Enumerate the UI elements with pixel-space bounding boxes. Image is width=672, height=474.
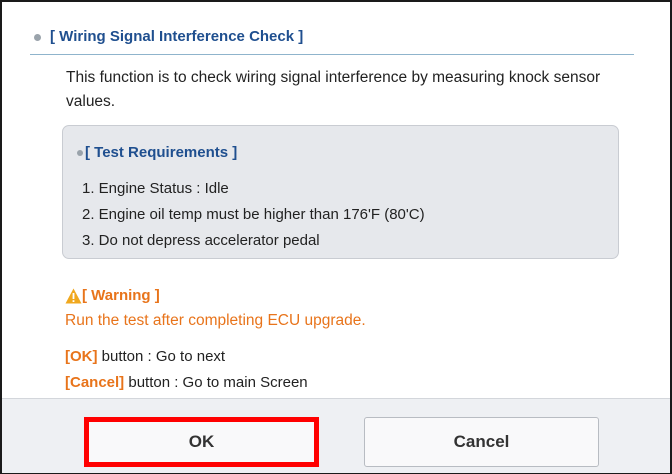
requirements-title: [ Test Requirements ] <box>85 144 238 161</box>
warning-text: Run the test after completing ECU upgrad… <box>65 312 366 329</box>
requirement-item: 2. Engine oil temp must be higher than 1… <box>82 206 425 223</box>
cancel-key-label: [Cancel] <box>65 374 125 391</box>
ok-instruction: [OK] button : Go to next <box>65 348 225 365</box>
ok-instruction-text: button : Go to next <box>97 348 226 365</box>
ok-button[interactable]: OK <box>84 417 319 467</box>
section-description: This function is to check wiring signal … <box>66 69 601 110</box>
requirement-item: 1. Engine Status : Idle <box>82 180 229 197</box>
bullet-icon <box>77 150 83 156</box>
requirements-list: 1. Engine Status : Idle 2. Engine oil te… <box>82 176 425 254</box>
cancel-instruction-text: button : Go to main Screen <box>124 374 308 391</box>
section-header: [ Wiring Signal Interference Check ] <box>30 26 634 55</box>
bullet-icon <box>34 34 41 41</box>
requirement-item: 3. Do not depress accelerator pedal <box>82 232 320 249</box>
warning-triangle-icon <box>65 288 82 304</box>
ok-key-label: [OK] <box>65 348 98 365</box>
section-title: [ Wiring Signal Interference Check ] <box>50 28 304 45</box>
wiring-check-dialog: [ Wiring Signal Interference Check ] Thi… <box>0 0 672 474</box>
dialog-content: [ Wiring Signal Interference Check ] Thi… <box>2 2 670 398</box>
warning-title: [ Warning ] <box>82 287 160 304</box>
cancel-button[interactable]: Cancel <box>364 417 599 467</box>
cancel-instruction: [Cancel] button : Go to main Screen <box>65 374 308 391</box>
button-bar: OK Cancel <box>2 398 670 473</box>
test-requirements-box: [ Test Requirements ] 1. Engine Status :… <box>62 125 619 259</box>
